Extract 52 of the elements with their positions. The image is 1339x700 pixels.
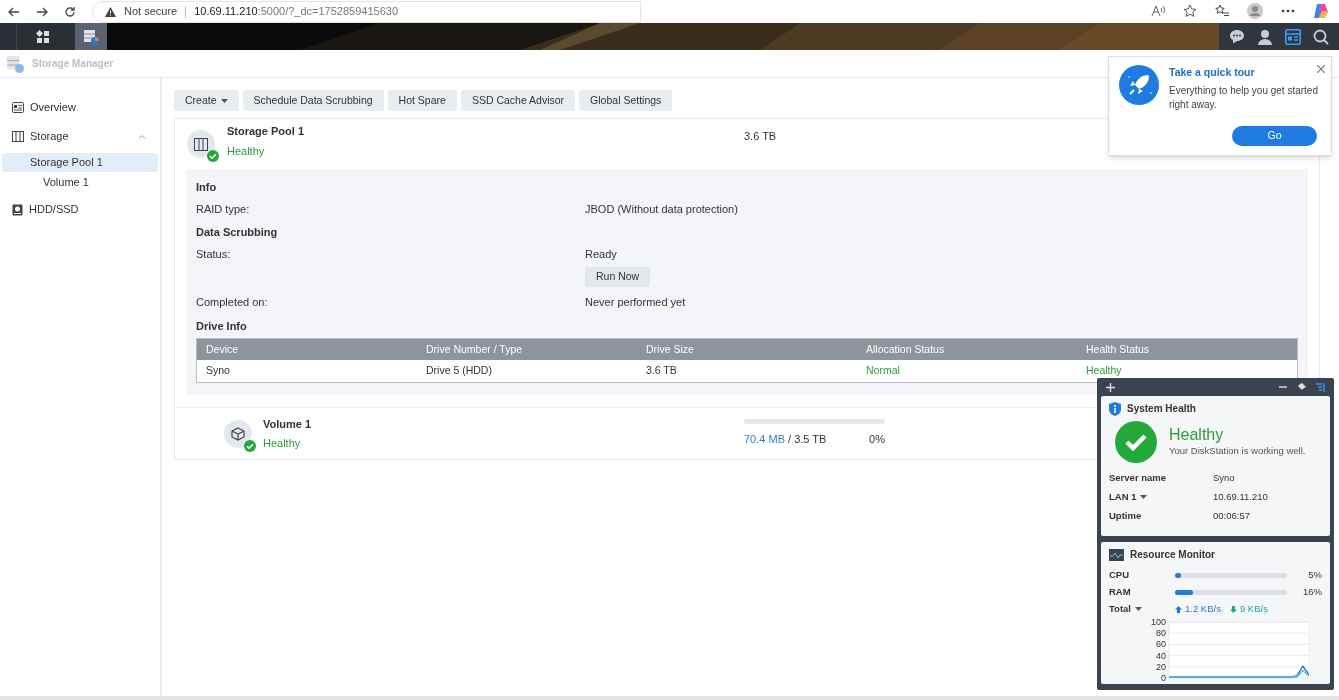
meter-reading: 16% [1303,584,1322,599]
widget-title: System Health [1127,402,1196,416]
info-value: 10.69.11.210 [1213,489,1268,504]
field-value: Never performed yet [585,295,686,310]
security-label: Not secure [124,4,178,20]
column-header: Allocation Status [865,341,946,357]
column-header: Health Status [1085,341,1151,357]
table-cell-text: Healthy [1085,363,1123,379]
usage-percent: 0% [869,432,885,448]
usage-text: 70.4 MB / 3.5 TB [744,432,827,448]
info-label: Uptime [1109,508,1143,523]
section-heading: Data Scrubbing [196,225,279,240]
column-header: Drive Number / Type [425,341,524,357]
table-cell-text: 3.6 TB [645,363,678,379]
axis-tick-label: 20 [1156,661,1166,672]
pool-size: 3.6 TB [744,128,777,144]
info-value: Syno [1213,470,1235,485]
column-header: Device [205,341,240,357]
health-message: Your DiskStation is working well. [1169,443,1306,458]
axis-tick-label: 100 [1150,618,1166,627]
upload-rate: 1.2 KB/s [1185,601,1221,616]
pool-status: Healthy [227,143,266,159]
field-label: RAID type: [196,201,251,217]
meter-label: CPU [1109,567,1131,582]
field-value: Ready [585,246,617,262]
field-label: Status: [196,246,232,262]
volume-name: Volume 1 [263,416,313,432]
url-text: 10.69.11.210:5000/?_dc=1752859415630 [194,4,398,20]
meter-reading: 5% [1308,567,1322,582]
field-value: JBOD (Without data protection) [585,201,738,217]
field-label: Completed on: [196,295,269,310]
health-status: Healthy [1169,425,1225,444]
table-cell-text: Drive 5 (HDD) [425,363,493,379]
table-cell-text: Normal [865,363,901,379]
axis-tick-label: 60 [1156,639,1166,650]
volume-status: Healthy [263,436,302,451]
section-heading: Drive Info [196,318,248,334]
info-label: Server name [1109,470,1168,485]
table-cell-text: Syno [205,363,231,379]
widget-title: Resource Monitor [1130,548,1215,562]
axis-tick-label: 0 [1161,673,1166,682]
axis-tick-label: 40 [1156,650,1166,661]
column-header: Drive Size [645,341,695,357]
meter-label: RAM [1109,584,1132,599]
axis-tick-label: 80 [1156,628,1166,639]
window-title: Storage Manager [32,57,114,71]
tour-title: Take a quick tour [1169,65,1256,80]
tour-text: Everything to help you get started right away. [1169,83,1319,112]
info-value: 00:06:57 [1213,508,1250,523]
download-rate: 9 KB/s [1239,601,1268,616]
pool-name: Storage Pool 1 [227,124,306,139]
section-heading: Info [196,180,218,195]
